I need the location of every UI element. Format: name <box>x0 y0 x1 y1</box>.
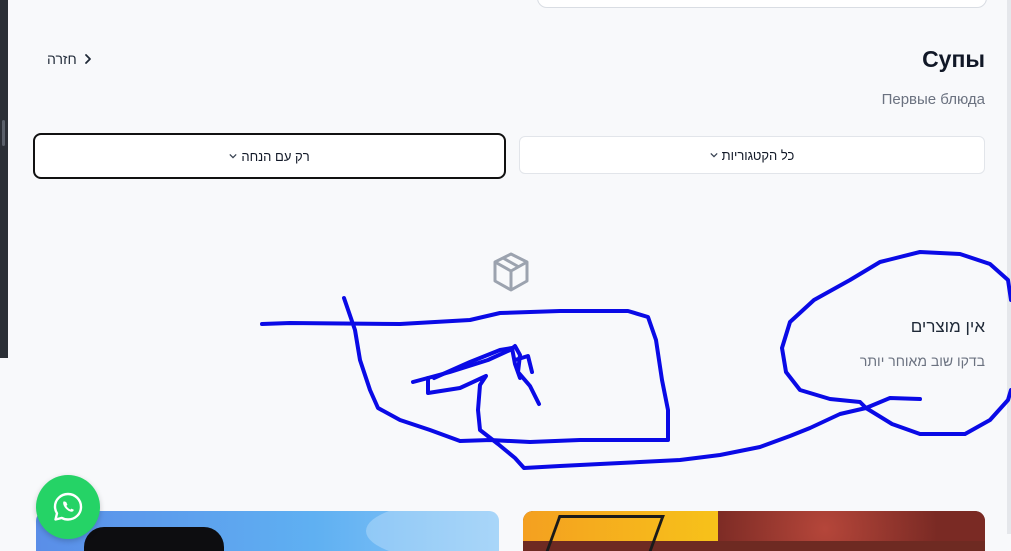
whatsapp-button[interactable] <box>36 475 100 539</box>
empty-state-title: אין מוצרים <box>910 317 985 336</box>
category-filter-select[interactable]: כל הקטגוריות <box>519 136 985 174</box>
page-subtitle: Первые блюда <box>881 91 985 108</box>
product-card[interactable] <box>523 511 985 551</box>
window-edge <box>0 0 8 358</box>
chevron-down-icon <box>229 153 237 159</box>
card-image <box>366 511 499 551</box>
product-card[interactable] <box>36 511 499 551</box>
category-filter-label: כל הקטגוריות <box>721 147 795 163</box>
chevron-right-icon <box>84 54 91 64</box>
chevron-down-icon <box>709 152 718 158</box>
card-image-logo <box>543 515 665 551</box>
card-image-object <box>84 527 224 551</box>
page-title: Супы <box>922 46 985 72</box>
empty-state-subtitle: בדקו שוב מאוחר יותר <box>859 353 985 369</box>
discount-filter-label: רק עם הנחה <box>241 148 310 164</box>
card-image-food <box>718 511 985 541</box>
discount-filter-select[interactable]: רק עם הנחה <box>33 133 506 179</box>
search-input[interactable] <box>537 0 987 8</box>
package-icon <box>493 252 529 292</box>
back-label: חזרה <box>47 51 77 67</box>
back-button[interactable]: חזרה <box>47 51 93 67</box>
whatsapp-icon <box>53 492 83 521</box>
scrollbar-track[interactable] <box>1007 0 1011 534</box>
resize-grip[interactable] <box>2 120 5 146</box>
